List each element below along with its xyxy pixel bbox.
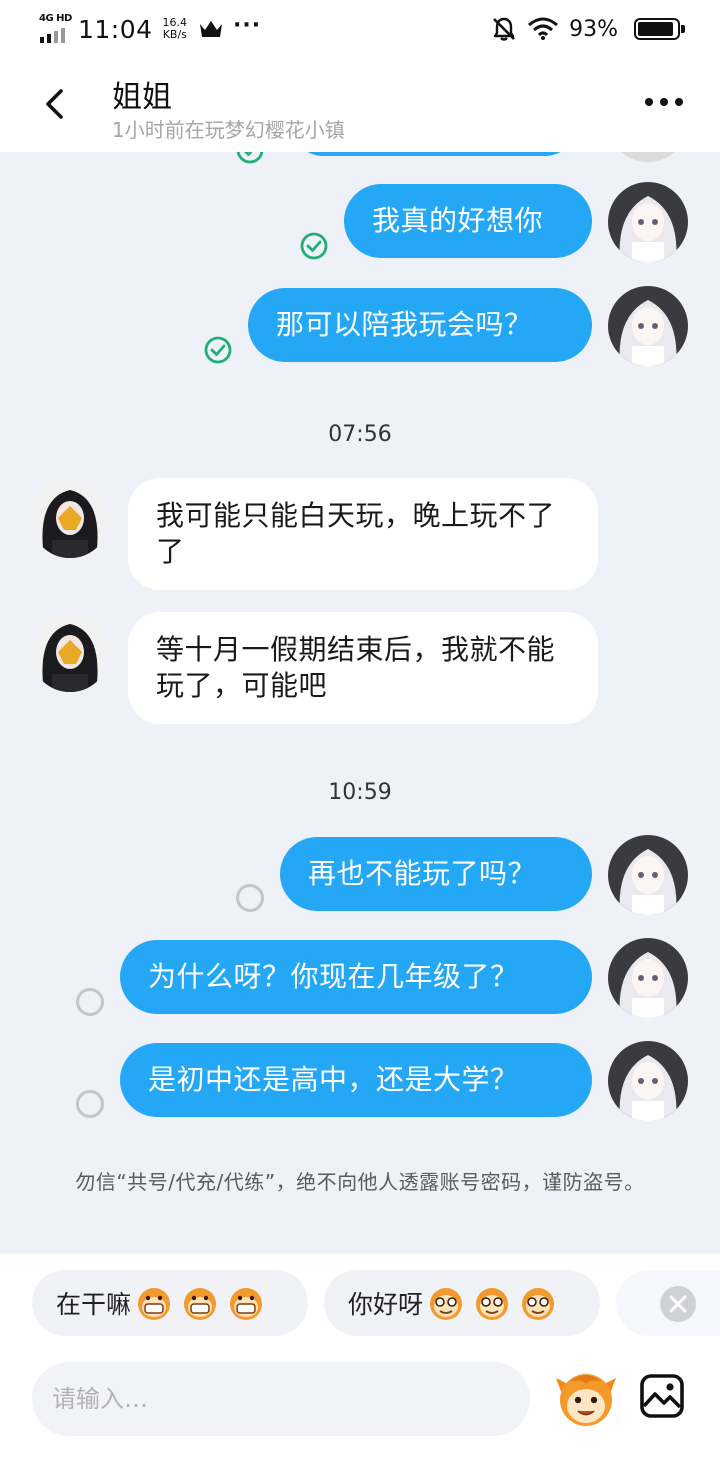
status-time: 11:04 (78, 14, 153, 44)
message-bubble-incoming[interactable]: 等十月一假期结束后，我就不能玩了，可能吧 (128, 612, 598, 724)
pending-status-icon (236, 884, 264, 912)
network-speed-unit: KB/s (162, 28, 187, 41)
battery-percent: 93% (569, 16, 618, 42)
contact-status: 1小时前在玩梦幻樱花小镇 (112, 118, 345, 142)
network-speed: 16.4 KB/s (163, 17, 188, 41)
close-quick-replies-icon[interactable] (660, 1286, 696, 1322)
my-avatar[interactable] (608, 182, 688, 262)
my-avatar[interactable] (608, 938, 688, 1018)
wifi-icon (528, 17, 559, 40)
my-avatar[interactable] (608, 286, 688, 366)
message-input[interactable] (32, 1362, 530, 1436)
security-notice: 勿信“共号/代充/代练”，绝不向他人透露账号密码，谨防盗号。 (75, 1170, 645, 1194)
quick-reply-bar: 在干嘛 你好呀 (0, 1254, 720, 1354)
more-options-icon[interactable] (644, 90, 684, 114)
message-bubble-outgoing[interactable]: 是初中还是高中，还是大学？ (120, 1043, 592, 1117)
network-type: 4G HD (39, 13, 72, 24)
contact-name: 姐姐 (112, 80, 172, 115)
sent-check-icon (300, 232, 328, 260)
sent-check-icon (204, 336, 232, 364)
back-arrow-icon[interactable] (36, 84, 76, 124)
message-bubble-outgoing[interactable]: 为什么呀？你现在几年级了？ (120, 940, 592, 1014)
pending-status-icon (76, 988, 104, 1016)
message-timestamp: 10:59 (328, 780, 392, 805)
my-avatar[interactable] (608, 835, 688, 915)
quick-reply-chip[interactable]: 你好呀 (324, 1270, 600, 1336)
status-bar: 4G HD 11:04 16.4 KB/s ··· 93% (0, 0, 720, 58)
message-bubble-outgoing[interactable]: 我真的好想你 (344, 184, 592, 258)
message-timestamp: 07:56 (328, 422, 392, 447)
message-bubble-outgoing[interactable]: 那可以陪我玩会吗？ (248, 288, 592, 362)
smiling-monkey-icon (476, 1288, 509, 1320)
my-avatar[interactable] (608, 152, 688, 162)
cellular-signal-icon: 4G HD (38, 12, 72, 46)
contact-avatar[interactable] (30, 478, 110, 558)
input-bar (0, 1354, 720, 1460)
my-avatar[interactable] (608, 1041, 688, 1121)
smiling-monkey-icon (522, 1288, 555, 1320)
pending-status-icon (76, 1090, 104, 1118)
bell-muted-icon (493, 17, 516, 41)
more-notifications-icon: ··· (233, 12, 262, 38)
quick-reply-label: 在干嘛 (56, 1290, 132, 1319)
monkey-emoji-icon[interactable] (552, 1364, 620, 1432)
message-bubble-incoming[interactable]: 我可能只能白天玩，晚上玩不了了 (128, 478, 598, 590)
quick-reply-chip[interactable]: 在干嘛 (32, 1270, 308, 1336)
message-bubble-partial[interactable] (292, 152, 576, 156)
grinning-monkey-icon (184, 1288, 217, 1320)
chat-header: 姐姐 1小时前在玩梦幻樱花小镇 (0, 58, 720, 152)
quick-reply-label: 你好呀 (348, 1290, 424, 1319)
battery-icon (634, 18, 685, 40)
smiling-monkey-icon (430, 1288, 463, 1320)
contact-avatar[interactable] (30, 612, 110, 692)
sent-check-icon (236, 152, 264, 164)
grinning-monkey-icon (138, 1288, 171, 1320)
crown-icon (200, 21, 223, 37)
grinning-monkey-icon (230, 1288, 263, 1320)
message-list[interactable]: 我真的好想你 那可以陪我玩会吗？ 07:56 我可能只能白天玩，晚上玩不了了 等… (0, 152, 720, 1254)
image-picker-icon[interactable] (638, 1372, 686, 1420)
message-bubble-outgoing[interactable]: 再也不能玩了吗？ (280, 837, 592, 911)
